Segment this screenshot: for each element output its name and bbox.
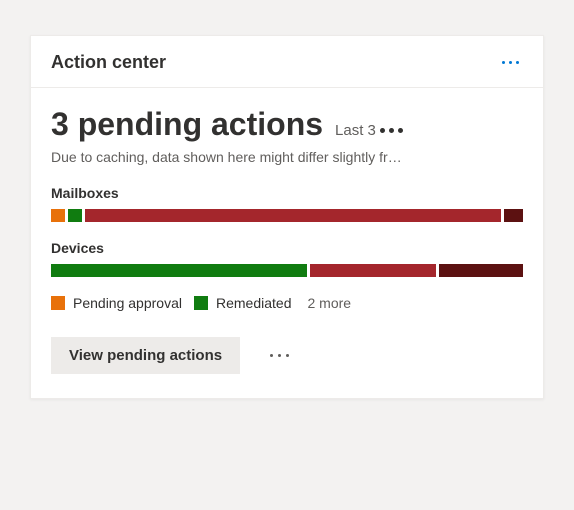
bar-label-mailboxes: Mailboxes [51,185,523,201]
bar-segment[interactable] [504,209,523,222]
legend-swatch-remediated [194,296,208,310]
bar-segment[interactable] [68,209,82,222]
heading: 3 pending actions [51,106,323,143]
action-center-card: Action center 3 pending actions Last 3 D… [30,35,544,399]
legend-label-remediated: Remediated [216,295,292,311]
legend-label-pending: Pending approval [73,295,182,311]
legend-item-remediated: Remediated [194,295,292,311]
heading-subtitle: Last 3 [335,122,403,139]
bar-segment[interactable] [85,209,502,222]
bar-segment[interactable] [51,209,65,222]
more-options-icon[interactable] [498,57,523,68]
bar-segment[interactable] [51,264,307,277]
bar-group-mailboxes: Mailboxes [51,185,523,222]
legend-swatch-pending [51,296,65,310]
legend-more[interactable]: 2 more [307,295,351,311]
legend-item-pending: Pending approval [51,295,182,311]
bar-group-devices: Devices [51,240,523,277]
footer-row: View pending actions [51,337,523,374]
bar-mailboxes[interactable] [51,209,523,222]
footer-more-icon[interactable] [264,348,295,363]
heading-row: 3 pending actions Last 3 [51,106,523,143]
legend: Pending approval Remediated 2 more [51,295,523,311]
card-header: Action center [31,36,543,88]
view-pending-actions-button[interactable]: View pending actions [51,337,240,374]
caption-text: Due to caching, data shown here might di… [51,149,523,165]
bar-devices[interactable] [51,264,523,277]
ellipsis-icon [380,128,403,133]
card-body: 3 pending actions Last 3 Due to caching,… [31,88,543,398]
bar-segment[interactable] [439,264,523,277]
bar-label-devices: Devices [51,240,523,256]
bar-segment[interactable] [310,264,436,277]
heading-sub-text: Last 3 [335,122,376,139]
card-title: Action center [51,52,166,73]
